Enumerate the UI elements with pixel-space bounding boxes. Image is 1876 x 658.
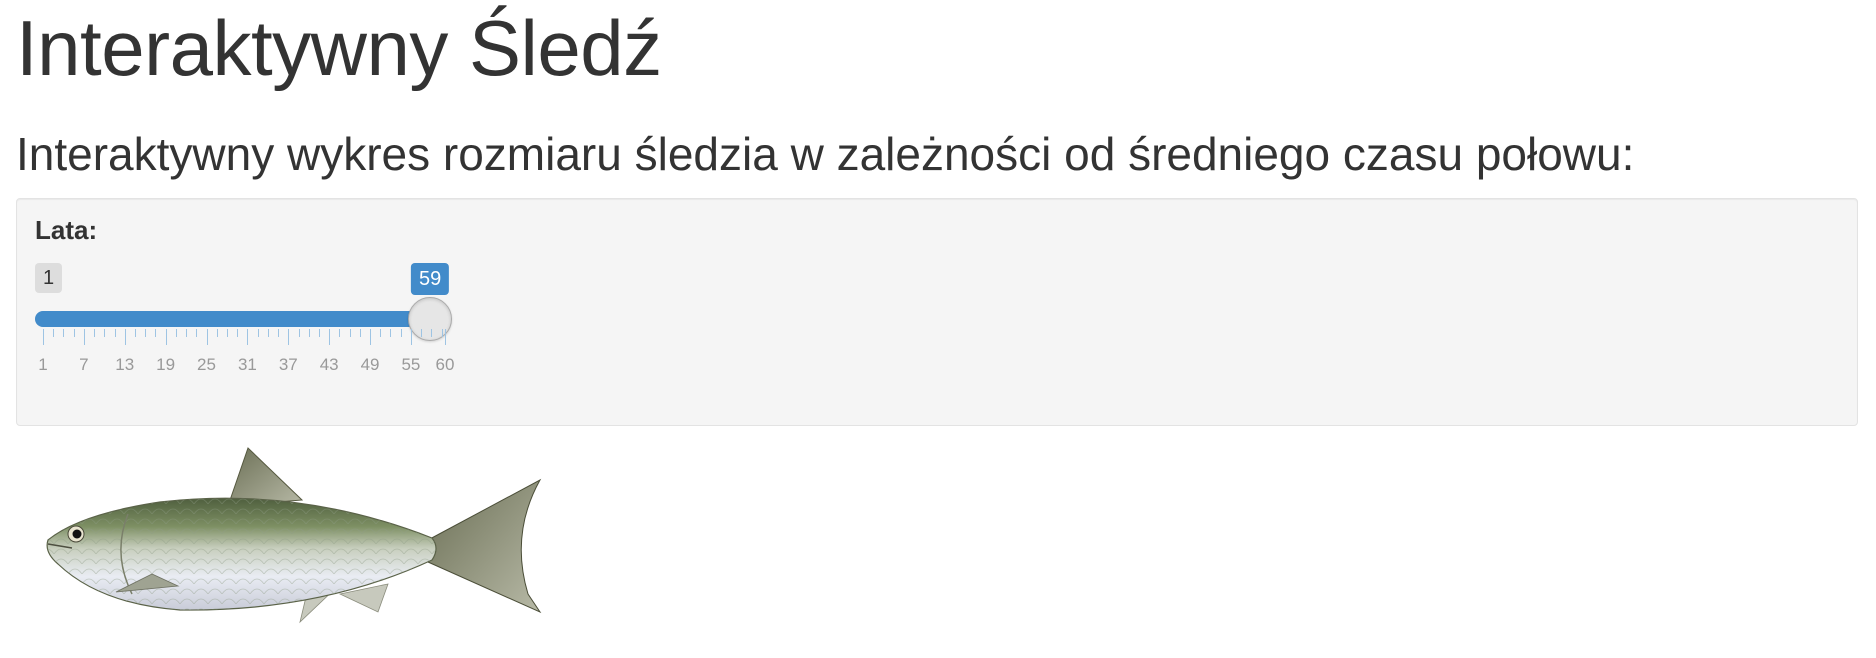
page-title: Interaktywny Śledź [16,4,662,92]
slider-minor-tick [257,329,259,337]
slider-minor-tick [145,329,147,337]
slider-label: Lata: [35,215,98,245]
slider-minor-tick [134,329,136,337]
slider-minor-tick [278,329,280,337]
slider-major-tick [83,329,85,345]
slider-min-badge: 1 [35,263,63,293]
slider-minor-tick [431,329,433,337]
slider-minor-tick [155,329,157,337]
slider-minor-tick [175,329,177,337]
slider-minor-tick [114,329,116,337]
slider-ticks: 1 7 13 19 25 31 37 43 49 55 60 [35,329,454,389]
slider-tick-label: 13 [115,355,135,374]
slider-minor-tick [308,329,310,337]
slider-minor-tick [400,329,402,337]
slider-minor-tick [216,329,218,337]
slider-major-tick [329,329,331,345]
slider-tick-label: 49 [360,355,380,374]
slider-minor-tick [339,329,341,337]
slider-minor-tick [226,329,228,337]
slider-minor-tick [441,329,443,337]
slider-major-tick [247,329,249,345]
slider-tick-label: 37 [278,355,298,374]
slider-minor-tick [63,329,65,337]
slider-minor-tick [298,329,300,337]
slider-tick-label: 25 [197,355,216,374]
slider-tick-label: 1 [38,355,48,374]
slider-minor-tick [421,329,423,337]
slider-tick-label: 60 [435,355,455,374]
slider-tick-label: 55 [401,355,421,374]
slider-major-tick [288,329,290,345]
slider-minor-tick [186,329,188,337]
page: Interaktywny Śledź Interaktywny wykres r… [0,0,1876,658]
slider-minor-tick [390,329,392,337]
slider-minor-tick [349,329,351,337]
slider-major-tick [370,329,372,345]
slider-major-tick [43,329,44,345]
slider-minor-tick [73,329,75,337]
slider-minor-tick [53,329,55,337]
slider-major-tick [445,329,446,345]
slider-track[interactable] [35,311,450,327]
slider-major-tick [206,329,208,345]
slider-minor-tick [94,329,96,337]
slider-minor-tick [104,329,106,337]
slider-minor-tick [196,329,198,337]
slider-value-badge: 59 [411,263,450,295]
slider-minor-tick [359,329,361,337]
slider-minor-tick [267,329,269,337]
slider-fill [35,311,439,327]
slider-tick-label: 31 [237,355,257,374]
slider-minor-tick [318,329,320,337]
slider-major-tick [410,329,412,345]
herring-fish-icon [46,447,542,624]
slider-major-tick [165,329,167,345]
slider-tick-label: 7 [79,355,89,374]
slider-major-tick [124,329,126,345]
slider-panel: Lata: 1 59 1 7 13 19 25 31 37 43 49 55 60 [16,198,1858,426]
slider-tick-label: 19 [156,355,176,374]
page-subtitle: Interaktywny wykres rozmiaru śledzia w z… [16,128,1635,180]
slider-tick-label: 43 [319,355,339,374]
slider-minor-tick [237,329,239,337]
slider-minor-tick [380,329,382,337]
